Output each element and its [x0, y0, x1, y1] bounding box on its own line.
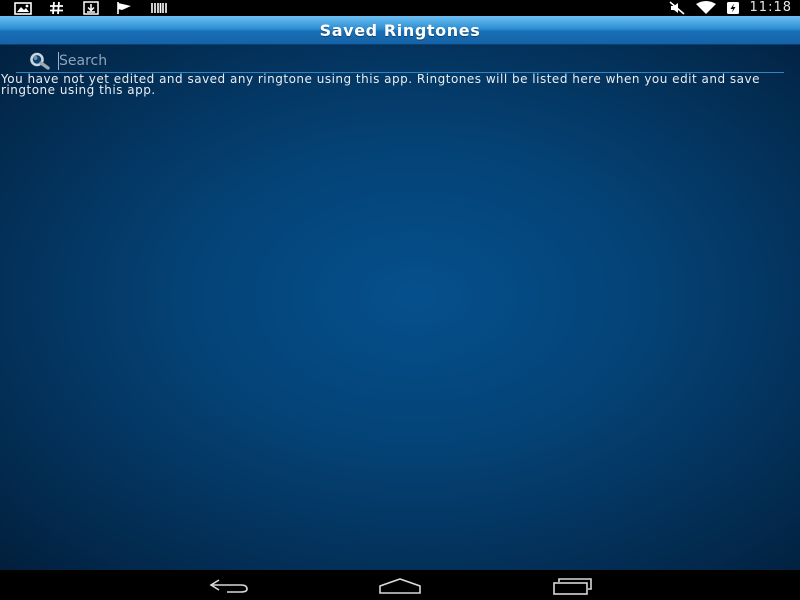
recent-apps-button[interactable]: [542, 574, 602, 598]
wifi-icon: [695, 1, 716, 14]
gallery-notification-icon: [14, 2, 32, 15]
page-title: Saved Ringtones: [319, 20, 481, 40]
clock: 11:18: [749, 0, 792, 15]
empty-state-message: You have not yet edited and saved any ri…: [1, 72, 761, 97]
home-button[interactable]: [370, 574, 430, 598]
navigation-bar: [0, 570, 800, 600]
hash-notification-icon: [50, 1, 63, 15]
search-bar: [16, 50, 784, 73]
barcode-notification-icon: [151, 3, 167, 13]
recent-apps-icon: [553, 578, 592, 595]
system-status-icons: 11:18: [668, 0, 792, 16]
download-notification-icon: [83, 1, 99, 15]
back-icon: [209, 579, 248, 593]
mute-icon: [669, 1, 685, 15]
main-content: You have not yet edited and saved any ri…: [0, 45, 800, 570]
notification-icons: [14, 0, 168, 16]
search-input[interactable]: [58, 52, 759, 70]
back-button[interactable]: [199, 574, 259, 598]
search-icon: [30, 52, 50, 70]
battery-charging-icon: [726, 2, 739, 14]
status-bar: 11:18: [0, 0, 800, 16]
screen: 11:18 Saved Ringtones You have not yet e…: [0, 0, 800, 600]
flag-notification-icon: [117, 2, 131, 14]
app-title-bar: Saved Ringtones: [0, 16, 800, 45]
home-icon: [379, 578, 421, 594]
